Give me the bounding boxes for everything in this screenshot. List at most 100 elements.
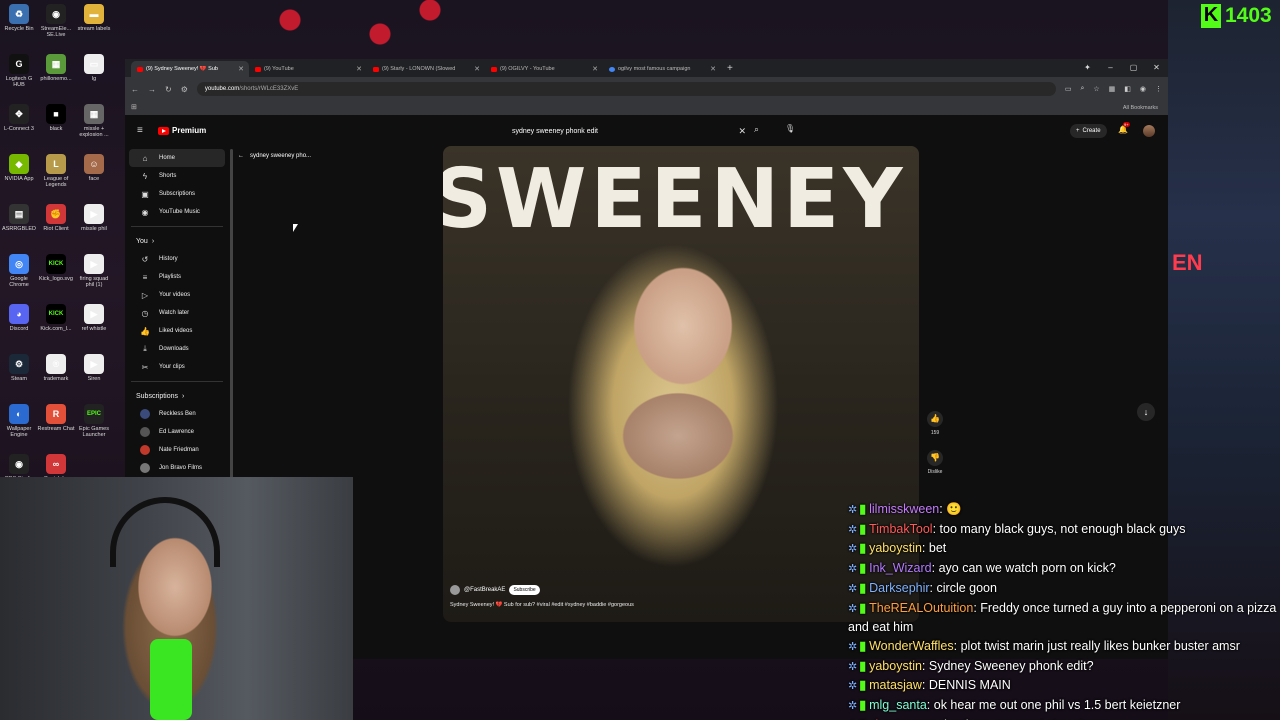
- site-info-icon[interactable]: ⚙: [181, 85, 188, 94]
- minimize-button[interactable]: –: [1099, 59, 1122, 77]
- create-button[interactable]: + Create: [1070, 124, 1107, 138]
- menu-icon[interactable]: ⋮: [1155, 85, 1162, 93]
- extension-icon[interactable]: ▦: [1109, 85, 1116, 93]
- desktop-icon[interactable]: G Logitech G HUB: [0, 54, 38, 88]
- desktop-icon[interactable]: ▤ ASRRGBLED: [0, 204, 38, 232]
- sidebar-item-downloads[interactable]: ⤓ Downloads: [129, 340, 225, 358]
- url-bar[interactable]: youtube.com/shorts/rWLcE33ZXvE: [196, 82, 1056, 96]
- channel-handle[interactable]: @FastBreakAE: [464, 587, 505, 593]
- all-bookmarks-button[interactable]: All Bookmarks: [1123, 105, 1158, 111]
- close-tab-icon[interactable]: ✕: [356, 65, 362, 73]
- channel-avatar[interactable]: [450, 585, 460, 595]
- profile-icon[interactable]: ◉: [1140, 85, 1146, 93]
- bookmark-star-icon[interactable]: ☆: [1093, 85, 1099, 93]
- desktop-icon[interactable]: L League of Legends: [37, 154, 75, 188]
- desktop-icon[interactable]: KICK Kick_logo.svg: [37, 254, 75, 282]
- desktop-icon[interactable]: ◐ Wallpaper Engine: [0, 404, 38, 438]
- sidebar-item-home[interactable]: ⌂ Home: [129, 149, 225, 167]
- desktop-icon[interactable]: ◉ StreamEle... SE.Live: [37, 4, 75, 38]
- new-tab-button[interactable]: +: [727, 63, 733, 74]
- desktop-icon[interactable]: ✥ L-Connect 3: [0, 104, 38, 132]
- desktop-icon[interactable]: ✊ Riot Client: [37, 204, 75, 232]
- youtube-logo[interactable]: Premium: [158, 126, 206, 135]
- search-input[interactable]: sydney sweeney phonk edit: [512, 128, 598, 135]
- zoom-icon[interactable]: ⌕: [1080, 85, 1084, 93]
- desktop-icon[interactable]: ▶ ref whistle: [75, 304, 113, 332]
- search-icon[interactable]: ⌕: [754, 124, 759, 135]
- close-window-button[interactable]: ✕: [1145, 59, 1168, 77]
- desktop-icon[interactable]: ♻ Recycle Bin: [0, 4, 38, 32]
- notifications-bell-icon[interactable]: 🔔 9+: [1118, 122, 1130, 134]
- forward-icon[interactable]: →: [148, 85, 156, 94]
- sidebar-item-shorts[interactable]: ϟ Shorts: [129, 167, 225, 185]
- cast-icon[interactable]: ▭: [1065, 85, 1072, 93]
- desktop-icon[interactable]: ◆ NVIDIA App: [0, 154, 38, 182]
- desktop-icon[interactable]: ▦ phillonemo...: [37, 54, 75, 82]
- sidebar-subscription-item[interactable]: Nate Friedman: [129, 441, 225, 459]
- reload-icon[interactable]: ↻: [165, 85, 172, 94]
- sidebar-item-subscriptions[interactable]: ▣ Subscriptions: [129, 185, 225, 203]
- sidebar-subscription-item[interactable]: Jon Bravo Films: [129, 459, 225, 477]
- close-tab-icon[interactable]: ✕: [592, 65, 598, 73]
- sidebar-item-watch-later[interactable]: ◷ Watch later: [129, 304, 225, 322]
- desktop-icon[interactable]: ■ black: [37, 104, 75, 132]
- chat-username[interactable]: lilmisskween: [869, 502, 939, 516]
- chat-username[interactable]: Darksephir: [869, 581, 929, 595]
- voice-search-icon[interactable]: 🎙: [785, 124, 795, 133]
- maximize-button[interactable]: ▢: [1122, 59, 1145, 77]
- sidebar-you-heading[interactable]: You ›: [125, 232, 229, 250]
- sidebar-item-youtube-music[interactable]: ◉ YouTube Music: [129, 203, 225, 221]
- sidebar-item-liked-videos[interactable]: 👍 Liked videos: [129, 322, 225, 340]
- sidebar-item-playlists[interactable]: ≡ Playlists: [129, 268, 225, 286]
- sidepanel-icon[interactable]: ◧: [1124, 85, 1131, 93]
- browser-tab[interactable]: (9) Starly - LONOWN (Slowed ✕: [367, 61, 485, 77]
- chat-username[interactable]: yaboystin: [869, 659, 922, 673]
- desktop-icon[interactable]: ▬ stream labels: [75, 4, 113, 32]
- apps-grid-icon[interactable]: ⊞: [131, 103, 137, 111]
- desktop-icon[interactable]: R Restream Chat: [37, 404, 75, 432]
- browser-tab[interactable]: (9) YouTube ✕: [249, 61, 367, 77]
- sidebar-item-history[interactable]: ↺ History: [129, 250, 225, 268]
- desktop-icon[interactable]: ▶ Siren: [75, 354, 113, 382]
- browser-tab[interactable]: ogilvy most famous campaign ✕: [603, 61, 721, 77]
- desktop-icon[interactable]: ▶ firing squad phil (1): [75, 254, 113, 288]
- back-icon[interactable]: ←: [131, 85, 139, 94]
- chat-username[interactable]: yaboystin: [869, 541, 922, 555]
- sidebar-subscription-item[interactable]: Reckless Ben: [129, 405, 225, 423]
- desktop-icon[interactable]: ◎ Google Chrome: [0, 254, 38, 288]
- sidebar-scrollbar[interactable]: [230, 149, 233, 479]
- sidebar-subscriptions-heading[interactable]: Subscriptions ›: [125, 387, 229, 405]
- chat-username[interactable]: WonderWaffles: [869, 639, 954, 653]
- thumbs-up-icon[interactable]: 👍: [927, 411, 943, 427]
- guide-menu-icon[interactable]: ≡: [137, 125, 143, 136]
- extensions-icon[interactable]: ✦: [1076, 59, 1099, 77]
- desktop-icon[interactable]: KICK Kick.com_l...: [37, 304, 75, 332]
- search-box[interactable]: sydney sweeney phonk edit ✕: [508, 123, 746, 139]
- clear-search-icon[interactable]: ✕: [738, 126, 746, 137]
- close-tab-icon[interactable]: ✕: [710, 65, 716, 73]
- account-avatar[interactable]: [1143, 125, 1155, 137]
- desktop-icon[interactable]: ☺ face: [75, 154, 113, 182]
- sidebar-subscription-item[interactable]: Ed Lawrence: [129, 423, 225, 441]
- chat-username[interactable]: mlg_santa: [869, 698, 927, 712]
- close-tab-icon[interactable]: ✕: [238, 65, 244, 73]
- chat-username[interactable]: matasjaw: [869, 678, 922, 692]
- chat-username[interactable]: TimbakTool: [869, 522, 932, 536]
- browser-tab[interactable]: (9) Sydney Sweeney! 💔 Sub ✕: [131, 61, 249, 77]
- desktop-icon[interactable]: ® trademark: [37, 354, 75, 382]
- browser-tab[interactable]: (9) OGILVY - YouTube ✕: [485, 61, 603, 77]
- desktop-icon[interactable]: ▭ lg: [75, 54, 113, 82]
- desktop-icon[interactable]: EPIC Epic Games Launcher: [75, 404, 113, 438]
- thumbs-down-icon[interactable]: 👎: [927, 450, 943, 466]
- desktop-icon[interactable]: ▶ missle phil: [75, 204, 113, 232]
- close-tab-icon[interactable]: ✕: [474, 65, 480, 73]
- next-short-arrow-icon[interactable]: ↓: [1137, 403, 1155, 421]
- chat-username[interactable]: TheREALOutuition: [869, 601, 973, 615]
- desktop-icon[interactable]: ▦ missle + explosion ...: [75, 104, 113, 138]
- subscribe-button[interactable]: Subscribe: [509, 585, 540, 595]
- desktop-icon[interactable]: ⚙ Steam: [0, 354, 38, 382]
- back-arrow-icon[interactable]: ←: [238, 153, 244, 159]
- desktop-icon[interactable]: ◕ Discord: [0, 304, 38, 332]
- chat-username[interactable]: Ink_Wizard: [869, 561, 932, 575]
- sidebar-item-your-clips[interactable]: ✂ Your clips: [129, 358, 225, 376]
